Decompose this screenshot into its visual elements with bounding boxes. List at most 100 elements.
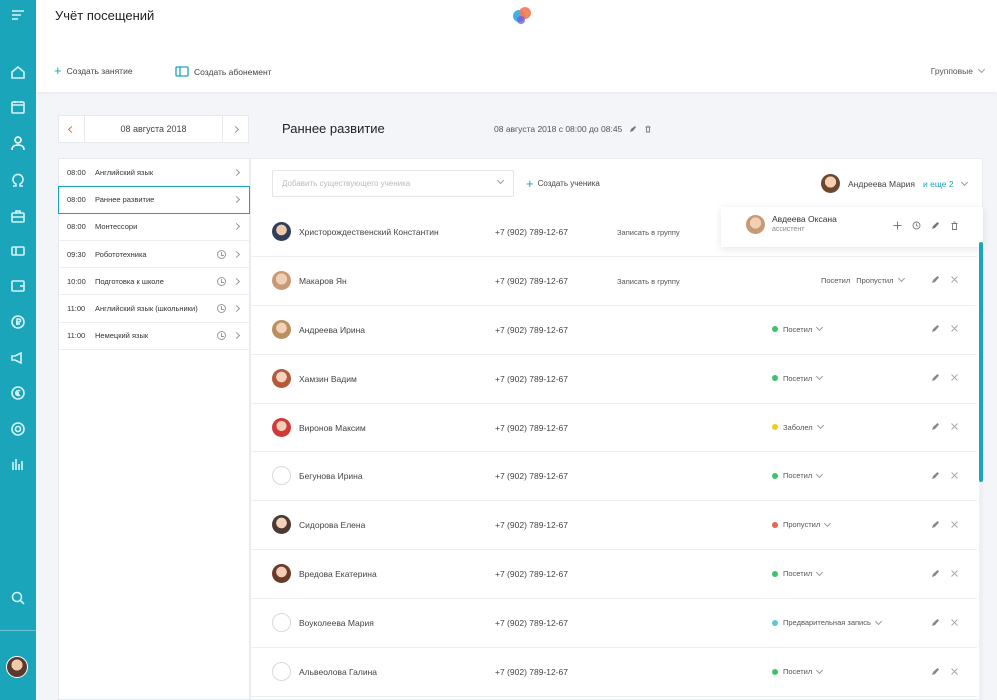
trash-icon[interactable] [644,125,652,133]
wallet-icon[interactable] [8,276,28,296]
edit-icon[interactable] [929,323,941,335]
chevron-down-icon [960,178,968,186]
student-name[interactable]: Христорождественский Константин [299,227,439,237]
lesson-item[interactable]: 08:00 Монтессори [59,214,249,241]
student-phone: +7 (902) 789-12-67 [495,422,569,433]
status-select[interactable]: Посетил [772,324,824,334]
add-icon[interactable] [891,219,903,231]
edit-icon[interactable] [929,665,941,677]
student-name[interactable]: Вредова Екатерина [299,569,377,579]
status-select[interactable]: Предварительная запись [772,617,882,627]
omega-icon[interactable] [8,170,28,190]
create-lesson-label: Создать занятие [66,66,133,76]
lesson-item[interactable]: 09:30 Робототехника [59,241,249,269]
edit-icon[interactable] [929,274,941,286]
student-name[interactable]: Воуколеева Мария [299,618,374,628]
home-icon[interactable] [8,62,28,82]
avatar[interactable] [6,656,28,678]
edit-icon[interactable] [929,219,941,231]
edit-icon[interactable] [929,421,941,433]
lesson-item[interactable]: 08:00 Английский язык [59,159,249,187]
create-lesson-button[interactable]: + Создать занятие [54,64,133,77]
bar-chart-icon[interactable] [8,454,28,474]
lesson-time: 09:30 [67,249,86,259]
create-subscription-button[interactable]: Создать абонемент [175,66,272,77]
trash-icon[interactable] [948,219,960,231]
edit-icon[interactable] [929,372,941,384]
status-choice-missed[interactable]: Пропустил [856,276,893,285]
search-icon[interactable] [8,588,28,608]
close-icon[interactable] [948,323,960,335]
ruble-icon[interactable] [8,312,28,332]
status-select[interactable]: Пропустил [772,519,832,530]
create-student-button[interactable]: + Создать ученика [526,177,600,190]
chevron-left-icon [67,125,76,133]
edit-icon[interactable] [929,616,941,628]
megaphone-icon[interactable] [8,348,28,368]
scrollbar-thumb[interactable] [979,242,983,482]
table-row: Виронов Максим +7 (902) 789-12-67 Заболел [251,404,977,453]
edit-icon[interactable] [929,567,941,579]
status-select[interactable]: Посетил [772,373,824,383]
type-select-value: Групповые [930,66,973,76]
teacher-more-link[interactable]: и еще 2 [923,179,954,189]
student-name[interactable]: Бегунова Ирина [299,471,363,481]
chevron-down-icon [898,275,906,283]
student-phone: +7 (902) 789-12-67 [495,373,569,384]
briefcase-icon[interactable] [8,206,28,226]
lesson-item[interactable]: 11:00 Английский язык (школьники) [59,295,249,323]
close-icon[interactable] [948,274,960,286]
status-select[interactable]: Заболел [772,422,824,432]
close-icon[interactable] [948,518,960,530]
chevron-right-icon [232,223,241,231]
student-name[interactable]: Макаров Ян [299,276,347,286]
next-date-button[interactable] [222,116,248,142]
user-icon[interactable] [8,133,28,153]
prev-date-button[interactable] [59,116,85,142]
support-icon[interactable] [8,419,28,439]
close-icon[interactable] [948,469,960,481]
history-icon[interactable] [910,219,922,231]
student-name[interactable]: Виронов Максим [299,423,366,433]
student-name[interactable]: Андреева Ирина [299,325,365,335]
status-choice[interactable]: Посетил Пропустил [821,275,906,285]
type-select[interactable]: Групповые [930,65,986,76]
close-icon[interactable] [948,421,960,433]
lesson-item[interactable]: 11:00 Немецкий язык [59,323,249,351]
student-search-input[interactable]: Добавить существующего ученика [272,170,514,197]
clock-icon [217,249,226,259]
student-name[interactable]: Альвеолова Галина [299,667,377,677]
ticket-icon [175,66,189,77]
menu-icon[interactable] [8,5,28,25]
close-icon[interactable] [948,372,960,384]
status-label: Пропустил [783,520,821,530]
lesson-item[interactable]: 08:00 Раннее развитие [58,186,250,214]
lesson-time: 10:00 [67,276,86,286]
status-select[interactable]: Посетил [772,470,824,480]
close-icon[interactable] [948,567,960,579]
status-choice-visited[interactable]: Посетил [821,276,850,285]
status-select[interactable]: Посетил [772,568,824,578]
status-select[interactable]: Посетил [772,666,824,676]
close-icon[interactable] [948,616,960,628]
edit-icon[interactable] [929,518,941,530]
enroll-button[interactable]: Записать в группу [617,277,680,286]
student-avatar [272,368,291,388]
student-search-placeholder: Добавить существующего ученика [282,179,411,188]
table-row: Хамзин Вадим +7 (902) 789-12-67 Посетил [251,355,977,404]
close-icon[interactable] [948,665,960,677]
lesson-name: Английский язык (школьники) [95,304,198,314]
teacher-selector[interactable]: Андреева Мария и еще 2 [821,174,968,193]
student-name[interactable]: Сидорова Елена [299,520,365,530]
calendar-icon[interactable] [8,97,28,117]
edit-icon[interactable] [629,125,637,133]
enroll-button[interactable]: Записать в группу [617,228,680,237]
chevron-down-icon [816,470,824,478]
scrollbar[interactable] [979,242,983,700]
edit-icon[interactable] [929,469,941,481]
lesson-item[interactable]: 10:00 Подготовка к школе [59,268,249,296]
ticket-icon[interactable] [8,241,28,261]
euro-icon[interactable] [8,383,28,403]
table-row: Вредова Екатерина +7 (902) 789-12-67 Посет… [251,550,977,600]
student-name[interactable]: Хамзин Вадим [299,374,357,384]
